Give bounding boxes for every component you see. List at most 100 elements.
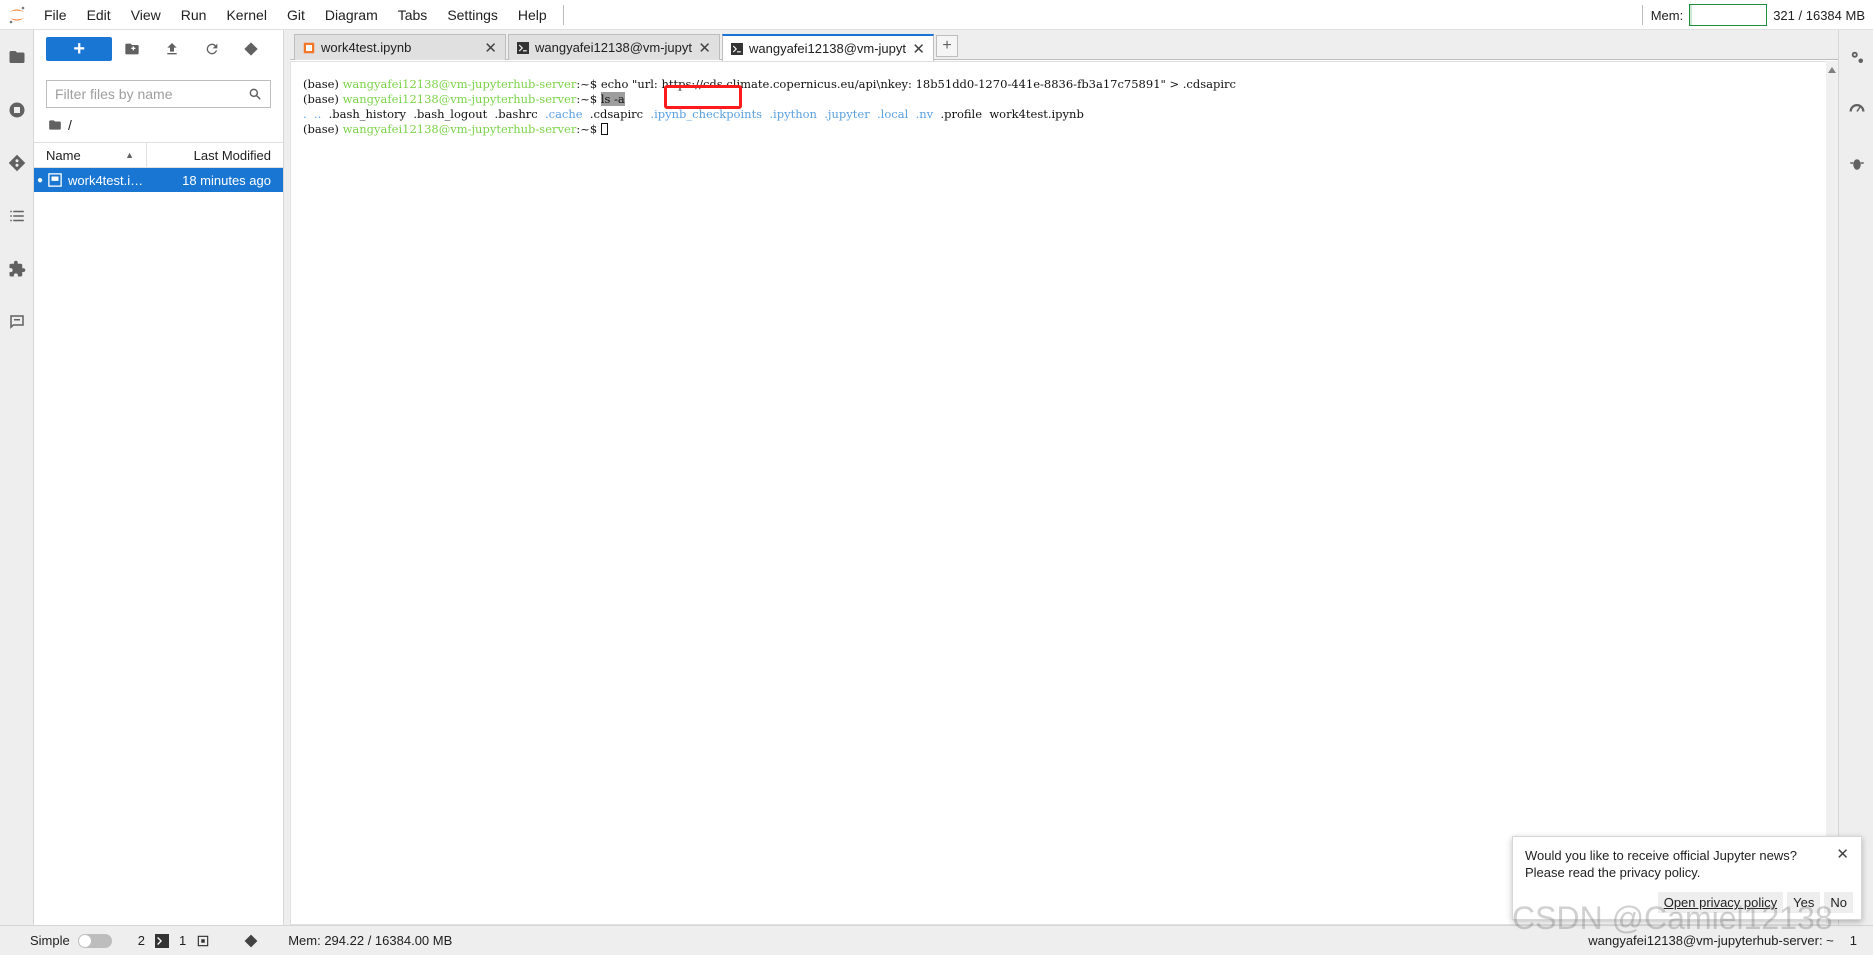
mem-usage-fill — [1690, 5, 1692, 25]
ls-entry: .cache — [544, 107, 583, 121]
simple-mode-toggle[interactable] — [77, 933, 112, 948]
terminal-scrollbar[interactable] — [1826, 61, 1838, 925]
kernel-chip-icon — [197, 935, 209, 946]
menu-settings[interactable]: Settings — [437, 0, 508, 30]
memory-status: Mem: 294.22 / 16384.00 MB — [288, 933, 453, 948]
git-icon[interactable] — [0, 136, 34, 189]
file-browser-toolbar: + — [34, 30, 283, 68]
ls-entry: .local — [877, 107, 909, 121]
main-dock-area: work4test.ipynb ✕ wangyafei12138@vm-jupy… — [290, 30, 1838, 925]
menu-kernel[interactable]: Kernel — [216, 0, 276, 30]
highlight-annotation-box — [664, 85, 742, 109]
refresh-icon[interactable] — [192, 37, 232, 61]
file-filter-input[interactable] — [55, 86, 248, 102]
jupyterlab-window: File Edit View Run Kernel Git Diagram Ta… — [0, 0, 1873, 955]
running-terminals-indicator[interactable]: 2 1 — [138, 933, 210, 948]
running-dot-icon: ● — [36, 174, 44, 186]
bug-icon[interactable] — [1839, 136, 1873, 189]
ls-entry: .profile — [940, 107, 983, 121]
new-launcher-button[interactable]: + — [46, 37, 113, 61]
running-stop-icon[interactable] — [0, 83, 34, 136]
chat-icon[interactable] — [0, 295, 34, 348]
close-icon[interactable]: ✕ — [484, 39, 497, 57]
ls-entry: .nv — [915, 107, 934, 121]
ls-entry: .bash_logout — [413, 107, 488, 121]
ls-output-line: . .. .bash_history .bash_logout .bashrc … — [303, 107, 1825, 122]
ls-entry: .jupyter — [824, 107, 870, 121]
prompt-env: (base) — [303, 92, 343, 106]
ls-entry: .ipython — [769, 107, 817, 121]
prompt-user: wangyafei12138@vm-jupyterhub-server — [342, 92, 577, 106]
prompt-tail: :~$ — [576, 122, 601, 136]
right-activity-bar — [1838, 30, 1873, 925]
tab-label: work4test.ipynb — [321, 40, 412, 55]
ls-entry: .bash_history — [328, 107, 407, 121]
ls-entry: .bashrc — [494, 107, 538, 121]
csdn-watermark: CSDN @Camiel12138 — [1512, 900, 1833, 936]
prompt-user: wangyafei12138@vm-jupyterhub-server — [342, 77, 577, 91]
simple-mode-label: Simple — [30, 933, 70, 948]
mem-label: Mem: — [1650, 7, 1684, 23]
menu-bar: File Edit View Run Kernel Git Diagram Ta… — [0, 0, 1873, 30]
menu-edit[interactable]: Edit — [77, 0, 121, 30]
breadcrumb-root[interactable]: / — [68, 117, 72, 133]
terminal-icon — [154, 933, 169, 948]
close-icon[interactable]: ✕ — [912, 40, 925, 58]
add-tab-button[interactable]: + — [936, 35, 958, 57]
terminal-icon — [731, 42, 743, 55]
terminal-line: (base) wangyafei12138@vm-jupyterhub-serv… — [303, 77, 1825, 92]
notebook-icon — [303, 42, 315, 53]
close-icon[interactable]: ✕ — [1836, 845, 1849, 863]
file-browser-panel: + / Name ▲ Last Modified ● work4test.ipyn… — [34, 30, 284, 925]
tab-terminal-1[interactable]: wangyafei12138@vm-jupyterhub-server: ~ ✕ — [508, 34, 720, 60]
file-modified: 18 minutes ago — [182, 172, 271, 188]
notebook-icon — [48, 173, 62, 187]
folder-breadcrumb-icon[interactable] — [48, 118, 62, 132]
scroll-up-icon[interactable] — [1828, 67, 1836, 73]
menu-diagram[interactable]: Diagram — [315, 0, 388, 30]
git-clone-icon[interactable] — [231, 37, 271, 61]
menu-help[interactable]: Help — [508, 0, 557, 30]
tab-notebook[interactable]: work4test.ipynb ✕ — [294, 34, 506, 60]
column-header-name[interactable]: Name ▲ — [34, 143, 147, 167]
terminal-output[interactable]: (base) wangyafei12138@vm-jupyterhub-serv… — [290, 61, 1838, 925]
debugger-gauge-icon[interactable] — [1839, 83, 1873, 136]
menu-file[interactable]: File — [34, 0, 77, 30]
file-list-header: Name ▲ Last Modified — [34, 142, 283, 168]
toggle-knob — [78, 934, 91, 947]
extension-puzzle-icon[interactable] — [0, 242, 34, 295]
prompt-tail: :~$ — [576, 92, 601, 106]
table-of-contents-icon[interactable] — [0, 189, 34, 242]
line-number-status: 1 — [1849, 933, 1857, 948]
jupyter-logo-icon — [0, 0, 34, 30]
terminals-count: 2 — [137, 933, 145, 948]
menu-run[interactable]: Run — [171, 0, 217, 30]
terminal-line: (base) wangyafei12138@vm-jupyterhub-serv… — [303, 122, 1825, 137]
property-inspector-gear-icon[interactable] — [1839, 30, 1873, 83]
search-icon — [249, 88, 261, 100]
file-filter-search — [46, 80, 271, 108]
tab-terminal-2[interactable]: wangyafei12138@vm-jupyterhub-server: ~ ✕ — [722, 34, 934, 61]
ls-entry: .. — [313, 107, 322, 121]
mem-divider — [1641, 5, 1643, 25]
kernels-count: 1 — [178, 933, 187, 948]
tab-label: wangyafei12138@vm-jupyterhub-server: ~ — [749, 41, 907, 56]
file-list-item[interactable]: ● work4test.ipynb 18 minutes ago — [34, 168, 283, 192]
folder-icon[interactable] — [0, 30, 34, 83]
command-text: ls -a — [600, 92, 625, 106]
upload-icon[interactable] — [152, 37, 192, 61]
column-header-modified[interactable]: Last Modified — [147, 143, 283, 167]
prompt-user: wangyafei12138@vm-jupyterhub-server — [342, 122, 577, 136]
menu-view[interactable]: View — [121, 0, 171, 30]
simple-mode-toggle-group: Simple — [30, 933, 112, 948]
new-folder-icon[interactable] — [112, 37, 152, 61]
terminal-line: (base) wangyafei12138@vm-jupyterhub-serv… — [303, 92, 1825, 107]
menu-git[interactable]: Git — [277, 0, 315, 30]
tab-bar: work4test.ipynb ✕ wangyafei12138@vm-jupy… — [290, 30, 1838, 61]
column-name-label: Name — [46, 147, 81, 163]
close-icon[interactable]: ✕ — [698, 39, 711, 57]
menu-tabs[interactable]: Tabs — [388, 0, 438, 30]
ls-entry: .cdsapirc — [589, 107, 644, 121]
git-status-icon[interactable] — [244, 934, 258, 948]
ls-entry: . — [303, 107, 307, 121]
